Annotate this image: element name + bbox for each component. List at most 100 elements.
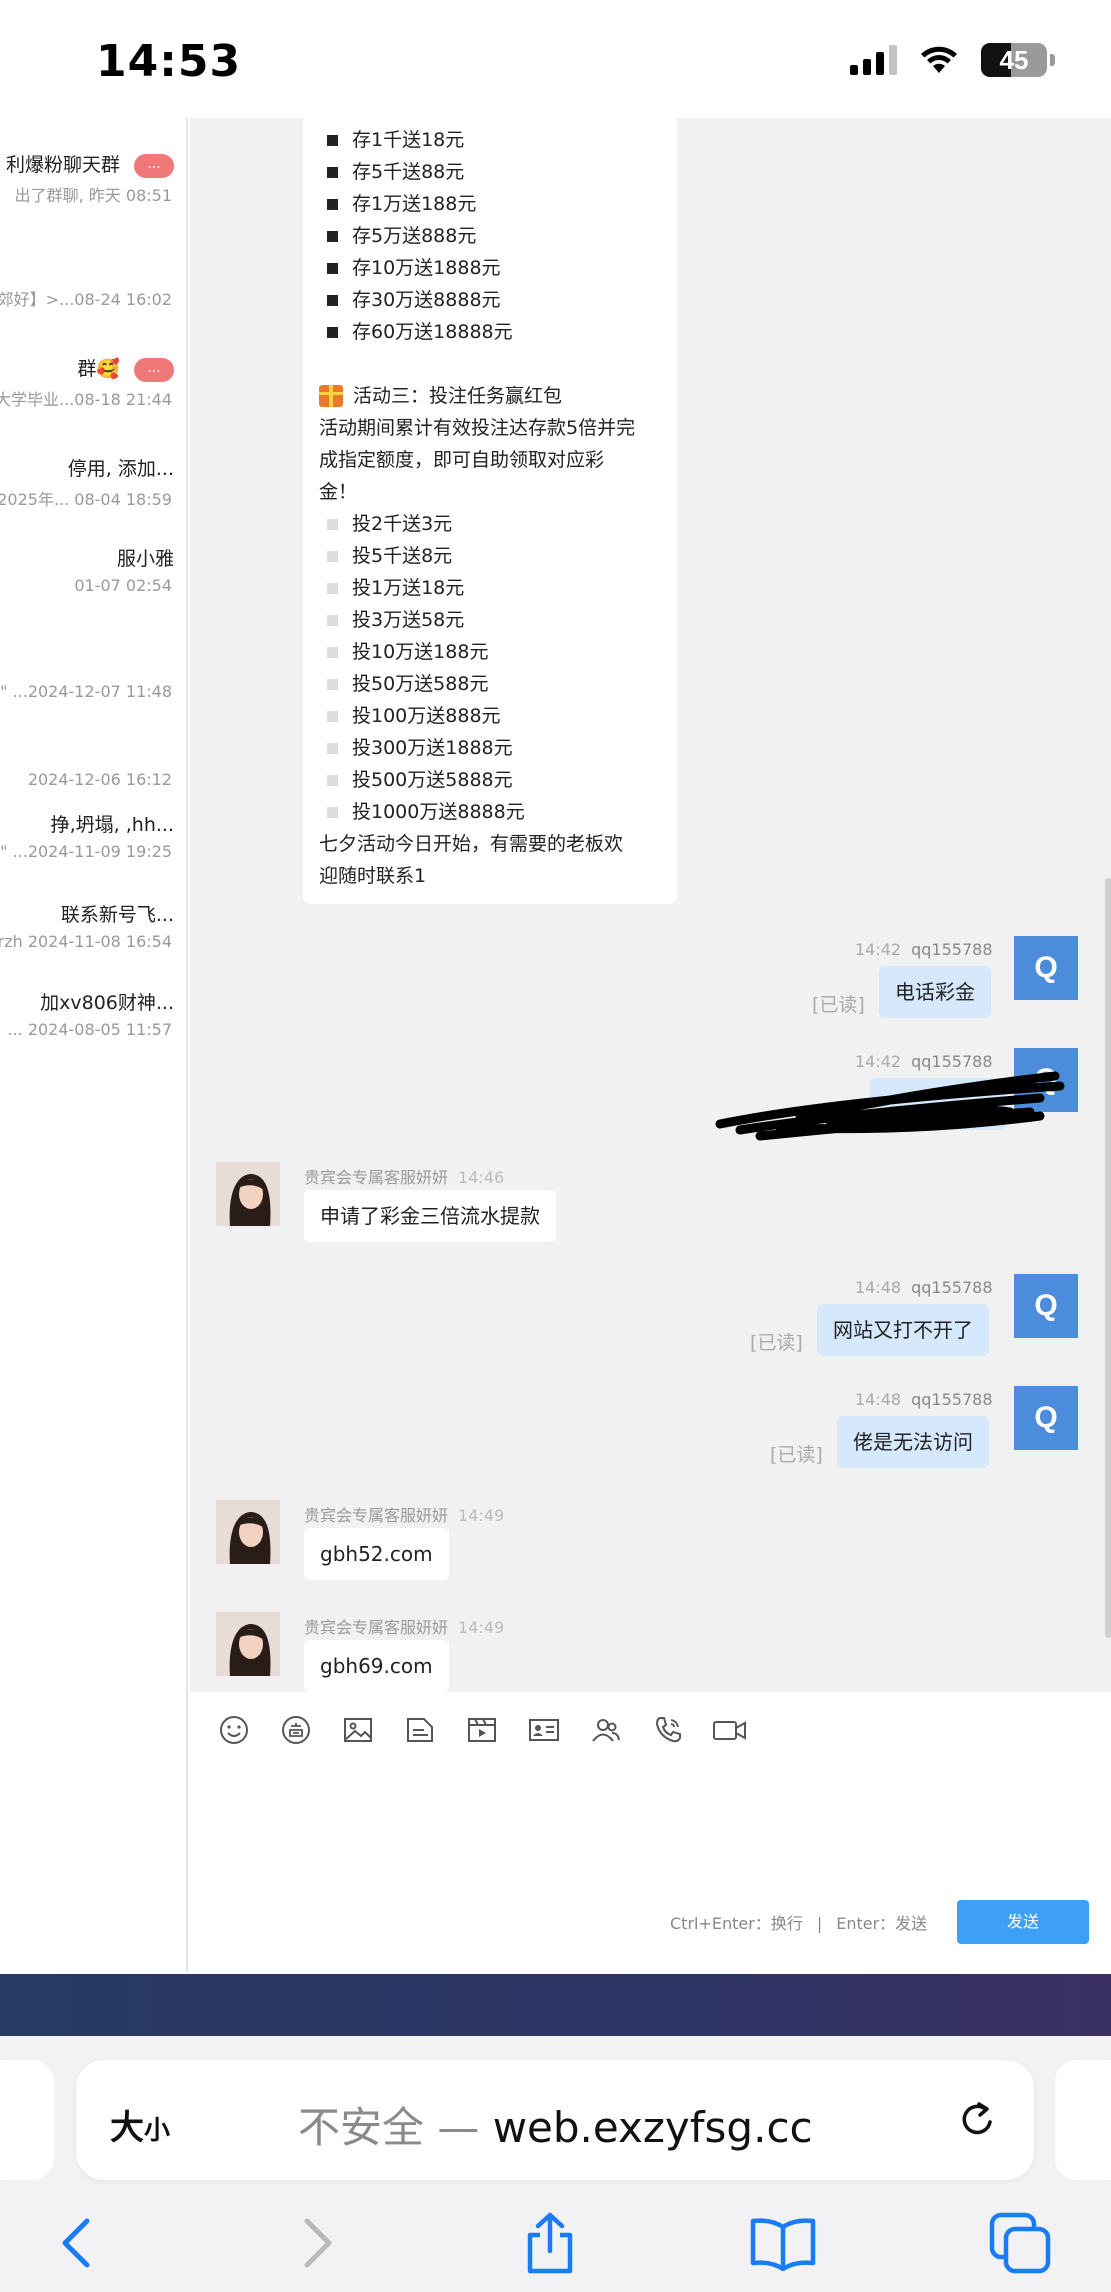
unread-badge: ... [134, 357, 174, 382]
conversation-item[interactable]: 服小雅 01-07 02:54 [0, 544, 186, 624]
conversation-preview: " ...2024-12-07 11:48 [0, 682, 172, 701]
bullet-icon [327, 166, 338, 178]
promo-list-item: 投300万送1888元 [319, 732, 661, 764]
conversation-preview: 2024-12-06 16:12 [27, 770, 172, 789]
promo-message-card: 存1千送18元 存5千送88元 存1万送188元 存5万送888元 存10万送1888元… [303, 118, 677, 904]
emoji-icon[interactable] [210, 1706, 258, 1754]
promo-list-item: 投3万送58元 [319, 604, 661, 636]
promo-list-item-text: 存1千送18元 [352, 129, 465, 151]
promo-list-item: 存60万送18888元 [319, 316, 661, 348]
video-file-icon[interactable] [458, 1706, 506, 1754]
conversation-item[interactable]: 2024-12-06 16:12 [0, 738, 186, 818]
unread-badge: ... [134, 153, 174, 178]
conversation-item[interactable]: 利爆粉聊天群... 出了群聊, 昨天 08:51 [0, 150, 186, 230]
chat-scrollbar[interactable] [1105, 878, 1111, 1638]
video-call-icon[interactable] [706, 1706, 754, 1754]
conversation-item[interactable]: 停用, 添加... 2025年... 08-04 18:59 [0, 454, 186, 534]
promo-list-item: 存1千送18元 [319, 124, 661, 156]
agent-avatar[interactable] [216, 1500, 280, 1564]
image-icon[interactable] [334, 1706, 382, 1754]
url-display[interactable]: 不安全 — web.exzyfsg.cc [298, 2094, 813, 2155]
message-bubble-self[interactable]: 佬是无法访问 [837, 1416, 989, 1468]
message-bubble-self[interactable]: 电话彩金 [879, 966, 991, 1018]
user-avatar[interactable]: Q [1014, 1274, 1078, 1338]
conversation-name-text: 服小雅 [116, 548, 174, 570]
voice-call-icon[interactable] [644, 1706, 692, 1754]
promo-list-item-text: 投1000万送8888元 [352, 801, 525, 823]
agent-avatar-image [216, 1500, 280, 1564]
battery-cap [1050, 54, 1055, 66]
promo-list-item: 投1万送18元 [319, 572, 661, 604]
contact-card-icon[interactable] [520, 1706, 568, 1754]
agent-avatar[interactable] [216, 1162, 280, 1226]
message-bubble-agent[interactable]: gbh69.com [304, 1640, 449, 1692]
conversation-preview: 出了群聊, 昨天 08:51 [14, 186, 172, 205]
user-avatar[interactable]: Q [1014, 1386, 1078, 1450]
promo-list-item-text: 投500万送5888元 [352, 769, 513, 791]
wifi-icon [921, 46, 957, 73]
conversation-list[interactable]: 利爆粉聊天群... 出了群聊, 昨天 08:51 郊好】>...08-24 16:0… [0, 118, 188, 1972]
conversation-name: 利爆粉聊天群... [0, 150, 174, 178]
page-settings-button[interactable]: 大小 [110, 2100, 170, 2149]
conversation-name: 服小雅 [0, 544, 174, 571]
bullet-icon [327, 582, 338, 594]
message-meta-agent: 贵宾会专属客服妍妍 14:49 [304, 1506, 505, 1525]
bullet-icon [327, 326, 338, 338]
conversation-item[interactable]: 加xv806财神... ... 2024-08-05 11:57 [0, 988, 186, 1068]
battery-percent: 45 [999, 44, 1029, 75]
send-button[interactable]: 发送 [957, 1900, 1089, 1944]
browser-nav-row [0, 2208, 1111, 2278]
activity3-desc-3: 金！ [319, 481, 358, 503]
status-bar: 14:53 45 [0, 0, 1111, 118]
conversation-item[interactable]: 郊好】>...08-24 16:02 [0, 254, 186, 334]
conversation-name: 加xv806财神... [0, 988, 174, 1015]
file-icon[interactable] [396, 1706, 444, 1754]
conversation-name: 联系新号飞... [0, 900, 174, 927]
conversation-item[interactable]: 挣,坍塌, ,hh... " ...2024-11-09 19:25 [0, 810, 186, 890]
next-tab-preview[interactable] [1055, 2060, 1111, 2180]
bookmarks-icon[interactable] [748, 2208, 818, 2278]
group-users-icon[interactable] [582, 1706, 630, 1754]
promo-list-item-text: 投10万送188元 [352, 641, 489, 663]
message-bubble-agent[interactable]: 申请了彩金三倍流水提款 [304, 1190, 556, 1242]
promo-list-item: 投2千送3元 [319, 508, 661, 540]
activity3-desc-2: 成指定额度，即可自助领取对应彩 [319, 449, 605, 471]
promo-list-item-text: 存10万送1888元 [352, 257, 501, 279]
reload-icon[interactable] [954, 2096, 1002, 2144]
message-input-area[interactable]: Ctrl+Enter：换行 | Enter：发送 发送 [190, 1692, 1111, 1972]
conversation-name-text: 群🥰 [77, 358, 120, 380]
conversation-name [0, 738, 174, 760]
read-status: [已读] [812, 994, 865, 1016]
user-avatar[interactable]: Q [1014, 936, 1078, 1000]
insecure-label: 不安全 — [298, 2103, 493, 2152]
back-icon[interactable] [42, 2208, 112, 2278]
gift-icon [319, 385, 343, 407]
conversation-item[interactable]: " ...2024-12-07 11:48 [0, 650, 186, 730]
bullet-icon [327, 646, 338, 658]
message-bubble-self[interactable]: 网站又打不开了 [817, 1304, 989, 1356]
agent-avatar-image [216, 1612, 280, 1676]
address-bar[interactable]: 大小 不安全 — web.exzyfsg.cc [76, 2060, 1034, 2180]
forward-icon[interactable] [282, 2208, 352, 2278]
conversation-item[interactable]: 群🥰... 大学毕业...08-18 21:44 [0, 354, 186, 434]
conversation-name: 停用, 添加... [0, 454, 174, 481]
status-icons: 45 [850, 40, 1055, 80]
conversation-item[interactable]: 联系新号飞... irzh 2024-11-08 16:54 [0, 900, 186, 980]
previous-tab-preview[interactable] [0, 2060, 54, 2180]
share-icon[interactable] [515, 2208, 585, 2278]
agent-avatar[interactable] [216, 1612, 280, 1676]
promo-list-item-text: 投5千送8元 [352, 545, 453, 567]
common-phrases-icon[interactable] [272, 1706, 320, 1754]
agent-avatar-image [216, 1162, 280, 1226]
bullet-icon [327, 518, 338, 530]
message-bubble-agent[interactable]: gbh52.com [304, 1528, 449, 1580]
bet-list: 投2千送3元投5千送8元投1万送18元投3万送58元投10万送188元 投50万送… [319, 508, 661, 828]
promo-list-item-text: 投3万送58元 [352, 609, 465, 631]
promo-list-item: 存5万送888元 [319, 220, 661, 252]
tabs-icon[interactable] [985, 2208, 1055, 2278]
chat-area[interactable]: 存1千送18元 存5千送88元 存1万送188元 存5万送888元 存10万送1888元… [190, 118, 1111, 1692]
promo-list-item-text: 投50万送588元 [352, 673, 489, 695]
promo-list-item: 投50万送588元 [319, 668, 661, 700]
bullet-icon [327, 294, 338, 306]
read-status: [已读] [750, 1332, 803, 1354]
